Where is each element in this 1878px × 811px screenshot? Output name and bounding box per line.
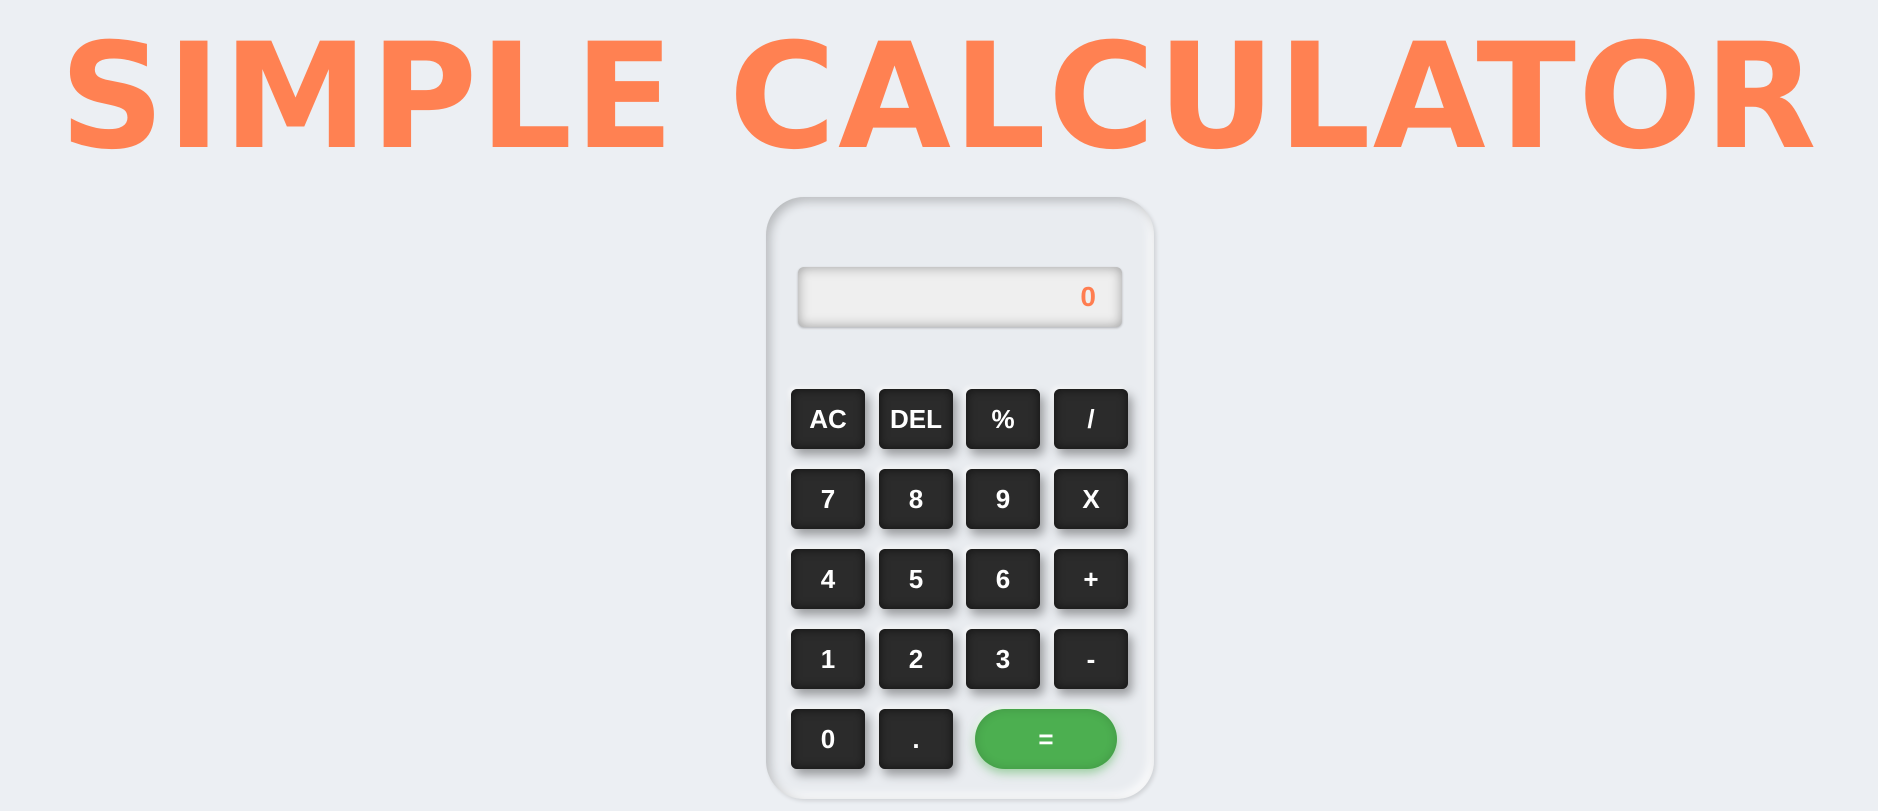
calculator-display: 0	[798, 267, 1122, 327]
digit-4-button[interactable]: 4	[791, 549, 865, 609]
digit-0-button[interactable]: 0	[791, 709, 865, 769]
delete-button[interactable]: DEL	[879, 389, 953, 449]
decimal-button[interactable]: .	[879, 709, 953, 769]
display-value: 0	[1080, 281, 1096, 312]
minus-button[interactable]: -	[1054, 629, 1128, 689]
digit-5-button[interactable]: 5	[879, 549, 953, 609]
multiply-button[interactable]: X	[1054, 469, 1128, 529]
calculator-body: 0 AC DEL % / 7 8 9 X 4 5 6 + 1 2 3 - 0 .…	[766, 197, 1154, 799]
divide-button[interactable]: /	[1054, 389, 1128, 449]
plus-button[interactable]: +	[1054, 549, 1128, 609]
equals-button[interactable]: =	[975, 709, 1117, 769]
clear-all-button[interactable]: AC	[791, 389, 865, 449]
page-title: SIMPLE CALCULATOR	[59, 12, 1819, 182]
digit-6-button[interactable]: 6	[966, 549, 1040, 609]
digit-1-button[interactable]: 1	[791, 629, 865, 689]
digit-8-button[interactable]: 8	[879, 469, 953, 529]
percent-button[interactable]: %	[966, 389, 1040, 449]
digit-3-button[interactable]: 3	[966, 629, 1040, 689]
digit-2-button[interactable]: 2	[879, 629, 953, 689]
digit-7-button[interactable]: 7	[791, 469, 865, 529]
digit-9-button[interactable]: 9	[966, 469, 1040, 529]
